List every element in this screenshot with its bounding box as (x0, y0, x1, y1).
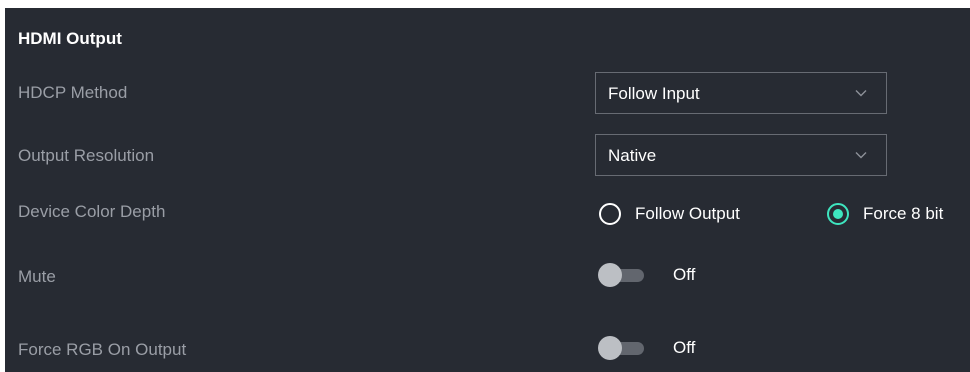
hdmi-output-panel: HDMI Output HDCP Method Follow Input Out… (5, 8, 970, 372)
hdcp-method-select[interactable]: Follow Input (595, 72, 887, 114)
output-resolution-value: Native (608, 146, 657, 165)
force-rgb-state: Off (673, 338, 696, 357)
output-resolution-label: Output Resolution (18, 146, 155, 165)
radio-force-8-bit[interactable]: Force 8 bit (827, 202, 970, 230)
radio-follow-output[interactable]: Follow Output (599, 202, 789, 230)
chevron-down-icon (855, 90, 867, 97)
hdcp-method-label: HDCP Method (18, 83, 128, 102)
mute-label: Mute (18, 267, 56, 286)
mute-state: Off (673, 265, 696, 284)
toggle-knob (598, 336, 622, 360)
force-rgb-toggle[interactable]: Off (598, 334, 708, 364)
mute-toggle[interactable]: Off (598, 261, 708, 291)
device-color-depth-label: Device Color Depth (18, 202, 166, 221)
output-resolution-select[interactable]: Native (595, 134, 887, 176)
force-rgb-label: Force RGB On Output (18, 340, 187, 359)
radio-force-8-bit-label: Force 8 bit (863, 204, 944, 223)
hdcp-method-value: Follow Input (608, 84, 700, 103)
toggle-knob (598, 263, 622, 287)
radio-checked-icon (827, 203, 849, 225)
chevron-down-icon (855, 152, 867, 159)
radio-follow-output-label: Follow Output (635, 204, 740, 223)
radio-unchecked-icon (599, 203, 621, 225)
section-title: HDMI Output (18, 29, 122, 48)
